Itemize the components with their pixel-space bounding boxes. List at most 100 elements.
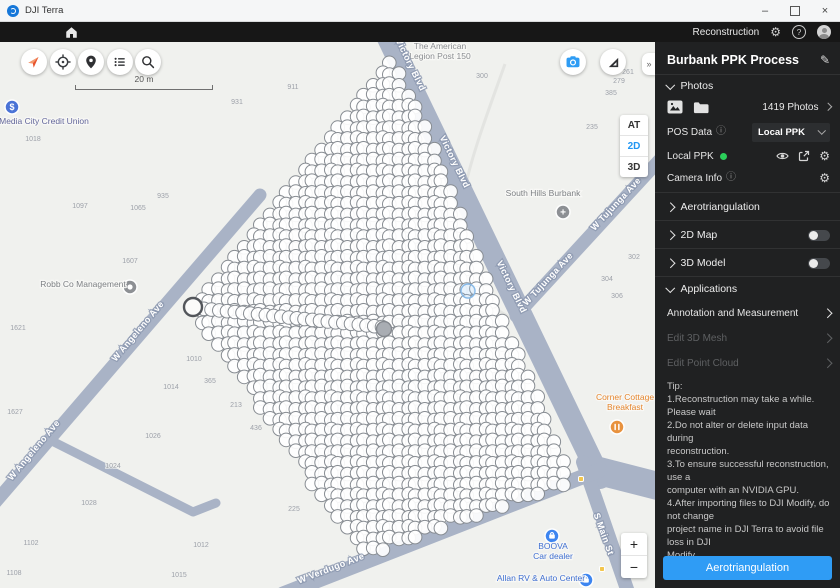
home-icon xyxy=(64,25,79,40)
titlebar: DJI Terra – × xyxy=(0,0,840,22)
tip-line: 4.After importing files to DJI Modify, d… xyxy=(667,497,831,523)
toggle-knob xyxy=(809,259,818,268)
svg-text:BOOVA: BOOVA xyxy=(538,541,568,551)
aerotriangulation-section-header[interactable]: Aerotriangulation xyxy=(667,194,830,220)
info-icon[interactable]: ⓘ xyxy=(716,127,726,137)
compass-icon xyxy=(25,53,43,71)
folder-icon xyxy=(693,101,709,114)
poi: The AmericanLegion Post 150 xyxy=(409,42,471,61)
divider xyxy=(655,248,840,249)
tip-line: 1.Reconstruction may take a while. Pleas… xyxy=(667,393,831,419)
2d-map-toggle[interactable] xyxy=(808,230,830,241)
map-canvas[interactable]: The AmericanLegion Post 150$Media City C… xyxy=(0,42,655,588)
poi-marker xyxy=(610,420,624,434)
view-mode-3d[interactable]: 3D xyxy=(620,157,648,177)
settings-gear-icon[interactable]: ⚙ xyxy=(770,26,781,38)
house-number: 1607 xyxy=(122,258,138,265)
add-photos-button[interactable] xyxy=(667,100,683,114)
svg-text:The American: The American xyxy=(414,42,467,51)
info-icon[interactable]: ⓘ xyxy=(726,173,736,183)
house-number: 304 xyxy=(601,276,613,283)
image-icon xyxy=(667,100,683,114)
applications-section-label: Applications xyxy=(681,283,738,295)
house-number: 1026 xyxy=(145,433,161,440)
3d-model-section-label: 3D Model xyxy=(681,257,726,269)
pin-button[interactable] xyxy=(78,49,104,75)
flight-start-point[interactable] xyxy=(184,298,202,316)
measure-tool-button[interactable] xyxy=(600,49,626,75)
house-number: 1102 xyxy=(23,540,38,547)
edit-project-name-icon[interactable]: ✎ xyxy=(820,54,830,66)
svg-text:+: + xyxy=(560,208,566,219)
sidebar-collapse-tab[interactable]: » xyxy=(642,53,656,75)
export-ppk-button[interactable] xyxy=(798,150,810,162)
svg-text:Legion Post 150: Legion Post 150 xyxy=(409,51,471,61)
app-topbar: Reconstruction ⚙ ? xyxy=(0,22,840,42)
map-pin-icon xyxy=(83,54,99,70)
house-number: 365 xyxy=(204,378,216,385)
3d-model-section-header[interactable]: 3D Model xyxy=(667,250,830,276)
photos-section-label: Photos xyxy=(681,80,714,92)
tip-line: project name in DJI Terra to avoid file … xyxy=(667,523,831,549)
layer-list-button[interactable] xyxy=(107,49,133,75)
tip-line: 3.To ensure successful reconstruction, u… xyxy=(667,458,831,484)
project-title: Burbank PPK Process xyxy=(667,53,820,67)
import-folder-button[interactable] xyxy=(693,101,709,114)
close-button[interactable]: × xyxy=(810,0,840,21)
compass-button[interactable] xyxy=(21,49,47,75)
locate-crosshair-icon xyxy=(54,53,72,71)
view-mode-2d[interactable]: 2D xyxy=(620,136,648,157)
tip-text: Tip: 1.Reconstruction may take a while. … xyxy=(667,380,831,562)
chevron-down-icon xyxy=(666,283,675,292)
minimize-button[interactable]: – xyxy=(750,0,780,21)
set-square-icon xyxy=(605,54,622,71)
locate-button[interactable] xyxy=(50,49,76,75)
edit-point-cloud-item: Edit Point Cloud xyxy=(667,352,830,374)
preview-ppk-button[interactable] xyxy=(776,151,789,161)
pos-data-dropdown[interactable]: Local PPK xyxy=(752,123,830,142)
zoom-in-button[interactable]: + xyxy=(621,533,647,556)
aerotriangulation-start-button[interactable]: Aerotriangulation xyxy=(663,556,832,580)
svg-text:Media City Credit Union: Media City Credit Union xyxy=(0,116,89,126)
user-avatar[interactable] xyxy=(817,25,831,39)
search-icon xyxy=(140,54,156,70)
chevron-right-icon xyxy=(666,230,675,239)
home-button[interactable] xyxy=(57,23,85,41)
camera-settings-gear-icon[interactable]: ⚙ xyxy=(819,172,830,184)
svg-text:Breakfast: Breakfast xyxy=(607,402,644,412)
maximize-icon xyxy=(790,6,800,16)
view-mode-at[interactable]: AT xyxy=(620,115,648,136)
status-green-dot xyxy=(720,153,727,160)
house-number: 1018 xyxy=(25,136,41,143)
house-number: 911 xyxy=(287,84,298,91)
camera-info-label: Camera Info xyxy=(667,173,722,184)
applications-section-header[interactable]: Applications xyxy=(667,280,830,298)
photos-count-link[interactable]: 1419 Photos xyxy=(762,102,830,113)
ppk-settings-gear-icon[interactable]: ⚙ xyxy=(819,150,830,162)
maximize-button[interactable] xyxy=(780,0,810,21)
screenshot-button[interactable] xyxy=(560,49,586,75)
svg-text:Allan RV & Auto Center: Allan RV & Auto Center xyxy=(497,573,585,583)
help-icon[interactable]: ? xyxy=(792,25,806,39)
house-number: 235 xyxy=(586,124,598,131)
svg-text:Corner Cottage: Corner Cottage xyxy=(596,392,654,402)
application-label: Edit Point Cloud xyxy=(667,358,739,369)
photos-section-header[interactable]: Photos xyxy=(667,78,830,94)
flight-end-point[interactable] xyxy=(377,322,392,337)
divider xyxy=(655,276,840,277)
annotation-and-measurement-item[interactable]: Annotation and Measurement xyxy=(667,302,830,324)
chevron-down-icon xyxy=(817,127,825,135)
svg-text:South Hills Burbank: South Hills Burbank xyxy=(506,188,581,198)
zoom-out-button[interactable]: − xyxy=(621,556,647,578)
application-label: Annotation and Measurement xyxy=(667,308,798,319)
aerotriangulation-section-label: Aerotriangulation xyxy=(681,201,760,213)
search-button[interactable] xyxy=(135,49,161,75)
house-number: 1097 xyxy=(72,203,88,210)
house-number: 300 xyxy=(476,73,488,80)
2d-map-section-header[interactable]: 2D Map xyxy=(667,222,830,248)
map-area[interactable]: The AmericanLegion Post 150$Media City C… xyxy=(0,42,656,588)
house-number: 1028 xyxy=(81,500,97,507)
3d-model-toggle[interactable] xyxy=(808,258,830,269)
house-number: 279 xyxy=(613,78,625,85)
window-title: DJI Terra xyxy=(25,5,63,16)
